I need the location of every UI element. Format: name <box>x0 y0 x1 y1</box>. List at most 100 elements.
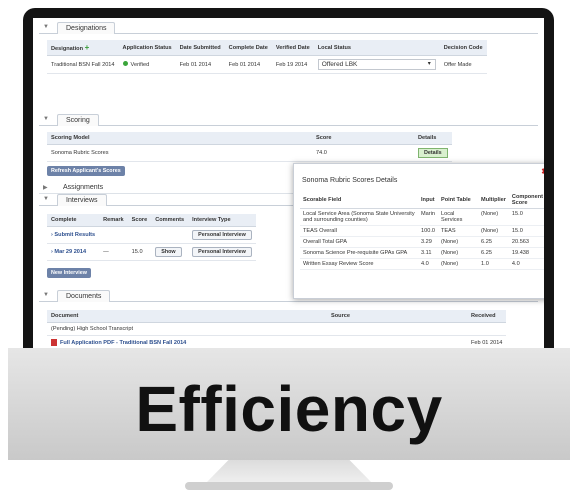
comments-cell <box>151 226 189 244</box>
score-details-popup: ✖ Sonoma Rubric Scores Details Scorable … <box>293 163 544 299</box>
table-row: › Submit Results Personal Interview <box>47 226 256 244</box>
decision-code-cell: Offer Made <box>439 55 487 74</box>
comments-cell: Show <box>151 243 189 261</box>
score-details-table: Scorable Field Input Point Table Multipl… <box>300 192 544 270</box>
col-local-status: Local Status <box>313 40 440 56</box>
multiplier-cell: (None) <box>478 208 509 226</box>
designations-table: Designation + Application Status Date Su… <box>47 40 487 74</box>
col-multiplier: Multiplier <box>478 192 509 209</box>
complete-cell: › Submit Results <box>47 226 100 244</box>
interviews-table: Complete Remark Score Comments Interview… <box>47 214 256 261</box>
documents-table: Document Source Received (Pending) High … <box>47 310 507 350</box>
point-table-cell: Local Services <box>438 208 479 226</box>
interview-type-button[interactable]: Personal Interview <box>192 230 252 240</box>
col-decision-code: Decision Code <box>439 40 487 56</box>
score-cell <box>127 226 152 244</box>
source-cell <box>327 322 467 336</box>
local-status-select[interactable]: Offered LBK ▾ <box>317 59 436 70</box>
component-score-cell: 15.0 <box>508 225 544 237</box>
collapse-icon[interactable]: ▼ <box>43 24 49 30</box>
designation-cell: Traditional BSN Fall 2014 <box>47 55 119 74</box>
score-cell: 74.0 <box>312 144 414 162</box>
monitor-stand <box>205 460 373 484</box>
details-button[interactable]: Details <box>418 148 448 158</box>
complete-cell: › Mar 29 2014 <box>47 243 100 261</box>
expand-icon[interactable]: ▶ <box>43 184 48 191</box>
point-table-cell: (None) <box>438 236 479 248</box>
multiplier-cell: 6.25 <box>478 247 509 259</box>
verified-date-cell: Feb 19 2014 <box>271 55 314 74</box>
interview-date-link[interactable]: › Mar 29 2014 <box>51 249 86 255</box>
complete-date-cell: Feb 01 2014 <box>224 55 272 74</box>
submit-results-link[interactable]: › Submit Results <box>51 232 95 238</box>
input-cell: 3.11 <box>418 247 438 259</box>
collapse-icon[interactable]: ▼ <box>43 196 49 202</box>
col-document: Document <box>47 310 327 323</box>
remark-cell <box>99 226 128 244</box>
status-cell: Verified <box>118 55 176 74</box>
scoring-model-cell: Sonoma Rubric Scores <box>47 144 312 162</box>
col-score: Score <box>127 214 152 227</box>
interview-type-button[interactable]: Personal Interview <box>192 247 252 257</box>
col-point-table: Point Table <box>438 192 479 209</box>
new-interview-button[interactable]: New Interview <box>47 268 91 278</box>
details-cell: Details <box>414 144 452 162</box>
field-cell: Written Essay Review Score <box>300 258 418 270</box>
collapse-icon[interactable]: ▼ <box>43 292 49 298</box>
col-verified-date: Verified Date <box>271 40 314 56</box>
received-cell <box>467 322 507 336</box>
scoring-table: Scoring Model Score Details Sonoma Rubri… <box>47 132 452 162</box>
input-cell: 4.0 <box>418 258 438 270</box>
document-cell: (Pending) High School Transcript <box>47 322 327 336</box>
interview-type-cell: Personal Interview <box>188 226 256 244</box>
application-pdf-link[interactable]: Full Application PDF - Traditional BSN F… <box>60 340 186 346</box>
table-row: Traditional BSN Fall 2014 Verified Feb 0… <box>47 55 487 74</box>
collapse-icon[interactable]: ▼ <box>43 116 49 122</box>
table-row: Written Essay Review Score 4.0 (None) 1.… <box>300 258 544 270</box>
tab-designations[interactable]: Designations <box>57 22 116 34</box>
remark-cell: — <box>99 243 128 261</box>
table-row: › Mar 29 2014 — 15.0 Show Personal Inter… <box>47 243 256 261</box>
tab-interviews[interactable]: Interviews <box>57 194 107 206</box>
close-icon[interactable]: ✖ <box>541 167 544 176</box>
screen: ▼ Designations Designation + Application… <box>33 18 544 358</box>
multiplier-cell: 1.0 <box>478 258 509 270</box>
table-row: Local Service Area (Sonoma State Univers… <box>300 208 544 226</box>
date-submitted-cell: Feb 01 2014 <box>175 55 225 74</box>
col-complete: Complete <box>47 214 100 227</box>
col-comments: Comments <box>151 214 189 227</box>
tab-scoring[interactable]: Scoring <box>57 114 99 126</box>
multiplier-cell: 6.25 <box>478 236 509 248</box>
col-complete-date: Complete Date <box>224 40 272 56</box>
monitor-base <box>185 482 393 490</box>
component-score-cell: 15.0 <box>508 208 544 226</box>
col-remark: Remark <box>99 214 128 227</box>
col-interview-type: Interview Type <box>188 214 256 227</box>
table-row: TEAS Overall 100.0 TEAS (None) 15.0 <box>300 225 544 237</box>
table-row: Overall Total GPA 3.29 (None) 6.25 20.56… <box>300 236 544 248</box>
input-cell: Marin <box>418 208 438 226</box>
show-comments-button[interactable]: Show <box>155 247 182 257</box>
point-table-cell: (None) <box>438 247 479 259</box>
col-received: Received <box>467 310 507 323</box>
component-score-cell: 20.563 <box>508 236 544 248</box>
table-row: Sonoma Science Pre-requisite GPAs GPA 3.… <box>300 247 544 259</box>
table-row: (Pending) High School Transcript <box>47 322 507 336</box>
col-scoring-model: Scoring Model <box>47 132 312 145</box>
chevron-down-icon: ▾ <box>427 61 431 67</box>
refresh-scores-button[interactable]: Refresh Applicant's Scores <box>47 166 125 176</box>
popup-title: Sonoma Rubric Scores Details <box>302 177 398 184</box>
plus-icon[interactable]: + <box>85 43 90 52</box>
tab-documents[interactable]: Documents <box>57 290 111 302</box>
field-cell: Local Service Area (Sonoma State Univers… <box>300 208 418 226</box>
component-score-cell: 4.0 <box>508 258 544 270</box>
input-cell: 100.0 <box>418 225 438 237</box>
pdf-icon <box>51 339 57 346</box>
field-cell: Overall Total GPA <box>300 236 418 248</box>
col-details: Details <box>414 132 452 145</box>
assignments-title[interactable]: Assignments <box>63 184 103 191</box>
table-row: Sonoma Rubric Scores 74.0 Details <box>47 144 452 162</box>
col-date-submitted: Date Submitted <box>175 40 225 56</box>
caption-text: Efficiency <box>135 373 443 445</box>
field-cell: Sonoma Science Pre-requisite GPAs GPA <box>300 247 418 259</box>
